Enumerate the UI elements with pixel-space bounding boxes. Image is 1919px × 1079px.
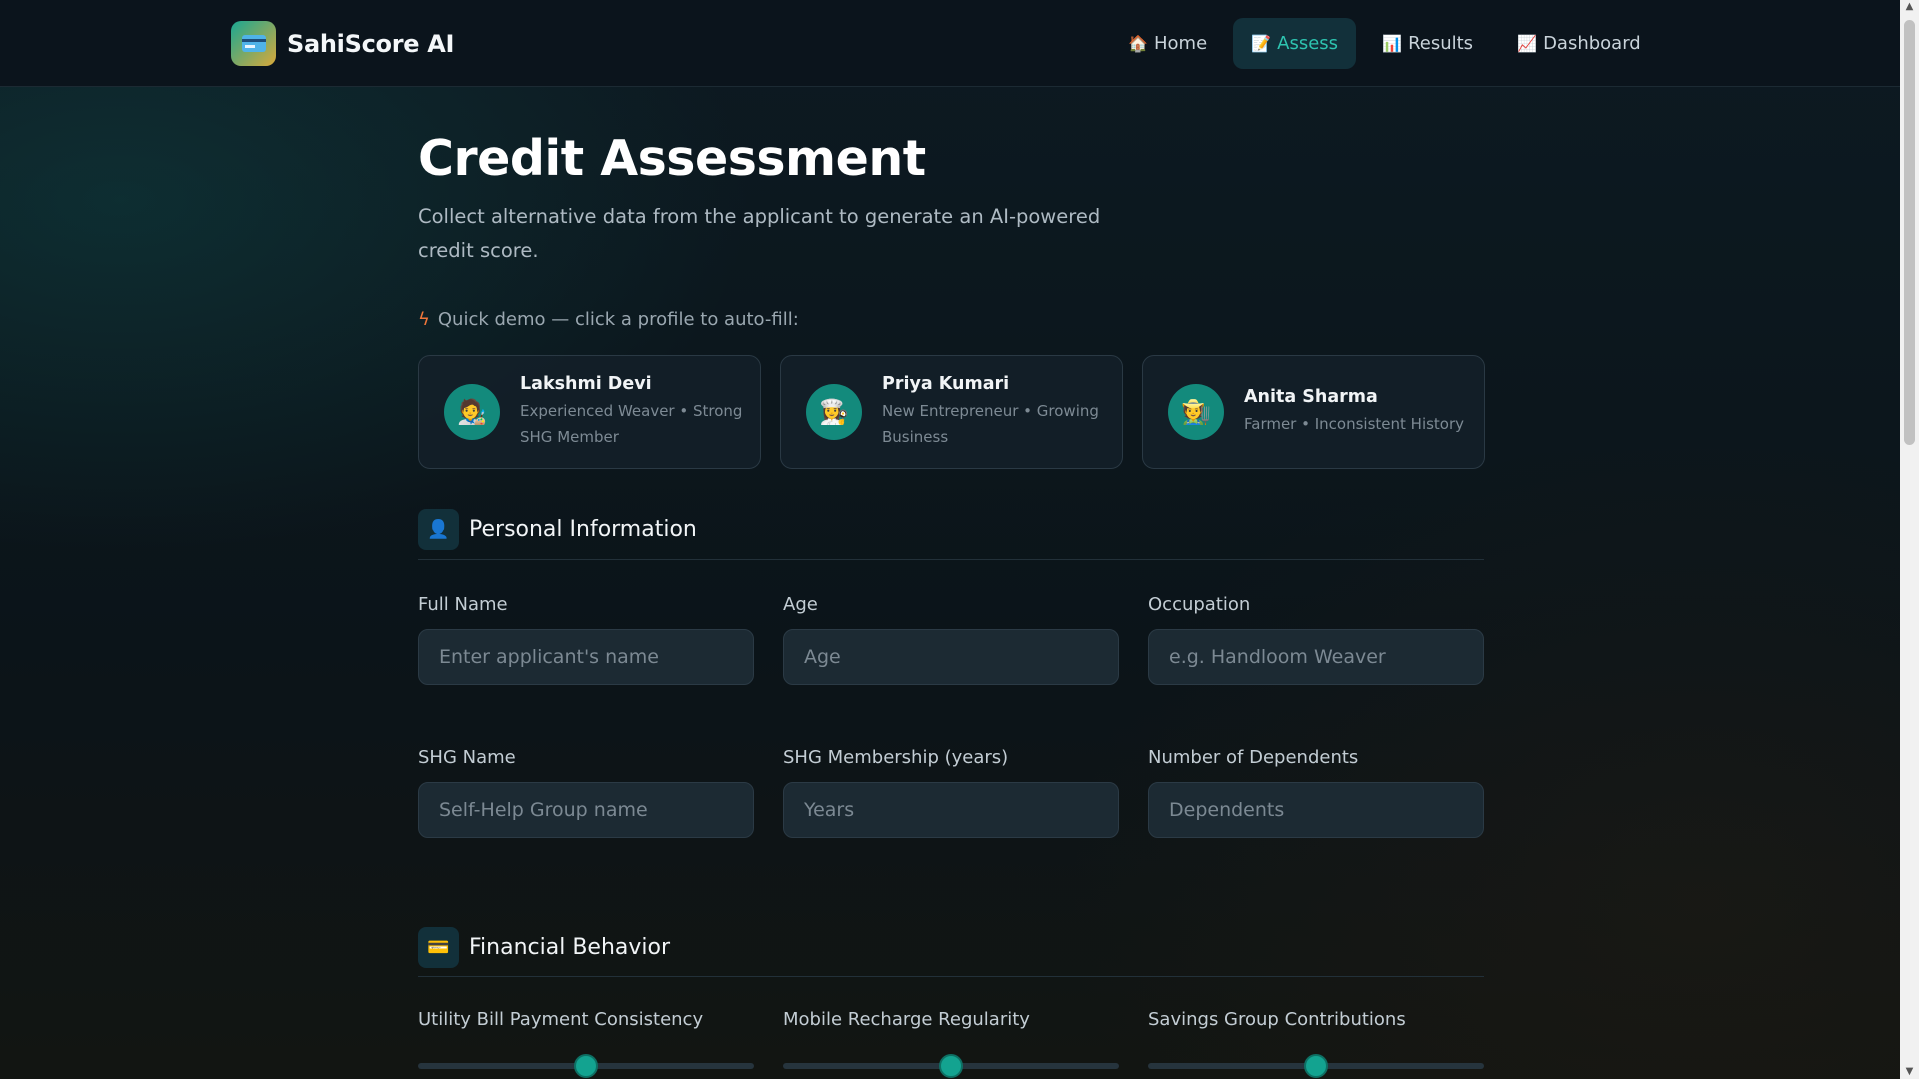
- shg-membership-field: SHG Membership (years): [783, 747, 1119, 838]
- profile-name: Priya Kumari: [882, 374, 1010, 394]
- entrepreneur-avatar-icon: 👩‍🍳: [806, 384, 862, 440]
- utility-bill-slider[interactable]: [418, 1054, 754, 1078]
- personal-info-header: 👤 Personal Information: [418, 509, 697, 550]
- section-divider: [418, 976, 1484, 977]
- age-input[interactable]: [783, 629, 1119, 685]
- mobile-recharge-field: Mobile Recharge Regularity: [783, 1009, 1119, 1030]
- field-label: Occupation: [1148, 594, 1251, 615]
- nav-assess-label: Assess: [1277, 33, 1339, 54]
- profile-name: Lakshmi Devi: [520, 374, 652, 394]
- nav-home[interactable]: 🏠 Home: [1110, 18, 1225, 69]
- nav-dashboard[interactable]: 📈 Dashboard: [1499, 18, 1659, 69]
- home-icon: 🏠: [1128, 34, 1148, 53]
- profile-name: Anita Sharma: [1244, 387, 1378, 407]
- field-label: SHG Name: [418, 747, 516, 768]
- profile-card-priya[interactable]: 👩‍🍳 Priya Kumari New Entrepreneur • Grow…: [780, 355, 1123, 469]
- section-divider: [418, 559, 1484, 560]
- user-icon: 👤: [418, 509, 459, 550]
- savings-contrib-field: Savings Group Contributions: [1148, 1009, 1484, 1030]
- nav-results-label: Results: [1408, 33, 1474, 54]
- slider-thumb[interactable]: [939, 1054, 963, 1078]
- slider-label: Mobile Recharge Regularity: [783, 1009, 1030, 1030]
- scrollbar-thumb[interactable]: [1904, 20, 1915, 445]
- slider-thumb[interactable]: [574, 1054, 598, 1078]
- credit-card-logo-icon: [231, 21, 276, 66]
- page-subtitle: Collect alternative data from the applic…: [418, 205, 1101, 262]
- nav-home-label: Home: [1154, 33, 1208, 54]
- scroll-up-arrow-icon[interactable]: ▲: [1900, 0, 1919, 14]
- utility-bill-field: Utility Bill Payment Consistency: [418, 1009, 754, 1030]
- nav-dashboard-label: Dashboard: [1543, 33, 1641, 54]
- section-title: Personal Information: [469, 517, 697, 542]
- profile-card-anita[interactable]: 🧑‍🌾 Anita Sharma Farmer • Inconsistent H…: [1142, 355, 1485, 469]
- page-scrollbar[interactable]: ▲ ▼: [1900, 0, 1919, 1079]
- slider-thumb[interactable]: [1304, 1054, 1328, 1078]
- full-name-input[interactable]: [418, 629, 754, 685]
- full-name-field: Full Name: [418, 594, 754, 685]
- shg-name-field: SHG Name: [418, 747, 754, 838]
- financial-behavior-header: 💳 Financial Behavior: [418, 927, 670, 968]
- demo-profiles: 🧑‍🎨 Lakshmi Devi Experienced Weaver • St…: [418, 355, 1485, 469]
- mobile-recharge-slider[interactable]: [783, 1054, 1119, 1078]
- dependents-input[interactable]: [1148, 782, 1484, 838]
- slider-label: Savings Group Contributions: [1148, 1009, 1406, 1030]
- profile-description: New Entrepreneur • Growing Business: [882, 402, 1099, 446]
- age-field: Age: [783, 594, 1119, 685]
- trend-chart-icon: 📈: [1517, 34, 1537, 53]
- page-title: Credit Assessment: [418, 130, 926, 187]
- field-label: Age: [783, 594, 818, 615]
- lightning-icon: ϟ: [418, 309, 430, 330]
- bar-chart-icon: 📊: [1382, 34, 1402, 53]
- nav-assess[interactable]: 📝 Assess: [1233, 18, 1357, 69]
- shg-name-input[interactable]: [418, 782, 754, 838]
- quick-demo-text: Quick demo — click a profile to auto-fil…: [437, 309, 799, 330]
- slider-label: Utility Bill Payment Consistency: [418, 1009, 704, 1030]
- profile-card-lakshmi[interactable]: 🧑‍🎨 Lakshmi Devi Experienced Weaver • St…: [418, 355, 761, 469]
- page-background: [0, 0, 1900, 1079]
- field-label: Number of Dependents: [1148, 747, 1359, 768]
- farmer-avatar-icon: 🧑‍🌾: [1168, 384, 1224, 440]
- field-label: Full Name: [418, 594, 508, 615]
- top-navbar: SahiScore AI 🏠 Home 📝 Assess 📊 Results 📈…: [0, 0, 1900, 87]
- profile-description: Experienced Weaver • Strong SHG Member: [520, 402, 743, 446]
- dependents-field: Number of Dependents: [1148, 747, 1484, 838]
- memo-icon: 📝: [1251, 34, 1272, 53]
- nav-links: 🏠 Home 📝 Assess 📊 Results 📈 Dashboard: [1110, 18, 1659, 69]
- nav-results[interactable]: 📊 Results: [1364, 18, 1491, 69]
- occupation-input[interactable]: [1148, 629, 1484, 685]
- scroll-down-arrow-icon[interactable]: ▼: [1900, 1065, 1919, 1079]
- occupation-field: Occupation: [1148, 594, 1484, 685]
- quick-demo-label: ϟ Quick demo — click a profile to auto-f…: [418, 309, 799, 330]
- savings-contrib-slider[interactable]: [1148, 1054, 1484, 1078]
- section-title: Financial Behavior: [469, 935, 671, 960]
- credit-card-icon: 💳: [418, 927, 459, 968]
- weaver-avatar-icon: 🧑‍🎨: [444, 384, 500, 440]
- field-label: SHG Membership (years): [783, 747, 1009, 768]
- profile-description: Farmer • Inconsistent History: [1244, 415, 1465, 433]
- brand[interactable]: SahiScore AI: [231, 21, 454, 66]
- shg-membership-input[interactable]: [783, 782, 1119, 838]
- brand-name: SahiScore AI: [287, 29, 455, 58]
